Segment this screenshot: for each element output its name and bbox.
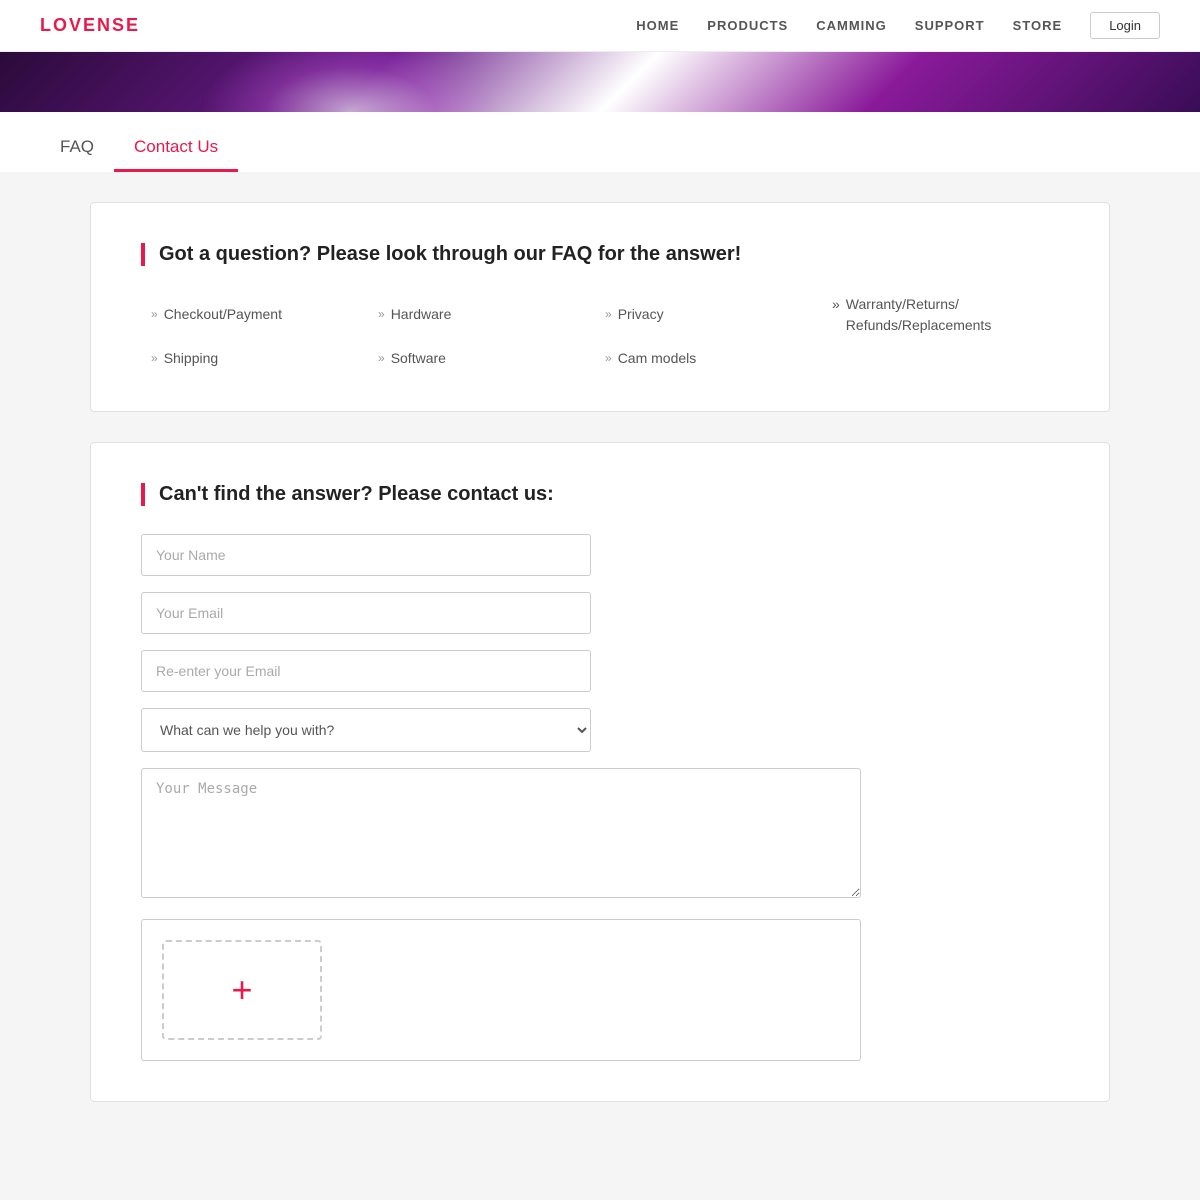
- email-confirm-input[interactable]: [141, 650, 591, 692]
- nav-support[interactable]: SUPPORT: [915, 18, 985, 33]
- hero-banner: FAQ Contact Us: [0, 52, 1200, 172]
- faq-heading: Got a question? Please look through our …: [141, 243, 1059, 266]
- nav-products[interactable]: PRODUCTS: [707, 18, 788, 33]
- main-content: Got a question? Please look through our …: [70, 202, 1130, 1102]
- tab-contact-us[interactable]: Contact Us: [114, 125, 238, 172]
- contact-form: What can we help you with? Order Support…: [141, 534, 591, 752]
- chevron-icon: »: [832, 294, 840, 315]
- faq-link-warranty[interactable]: » Warranty/Returns/Refunds/Replacements: [832, 294, 1059, 336]
- faq-link-shipping[interactable]: » Shipping: [151, 346, 378, 371]
- faq-links-grid: » Checkout/Payment » Hardware » Privacy …: [141, 294, 1059, 371]
- navbar: LOVENSE HOME PRODUCTS CAMMING SUPPORT ST…: [0, 0, 1200, 52]
- faq-link-software[interactable]: » Software: [378, 346, 605, 371]
- topic-select[interactable]: What can we help you with? Order Support…: [141, 708, 591, 752]
- nav-camming[interactable]: CAMMING: [816, 18, 887, 33]
- brand-logo: LOVENSE: [40, 15, 140, 36]
- contact-heading: Can't find the answer? Please contact us…: [141, 483, 1059, 506]
- name-input[interactable]: [141, 534, 591, 576]
- faq-link-privacy[interactable]: » Privacy: [605, 294, 832, 336]
- chevron-icon: »: [605, 348, 612, 370]
- faq-section-card: Got a question? Please look through our …: [90, 202, 1110, 412]
- faq-link-checkout[interactable]: » Checkout/Payment: [151, 294, 378, 336]
- upload-button[interactable]: +: [162, 940, 322, 1040]
- message-textarea[interactable]: [141, 768, 861, 898]
- contact-section-card: Can't find the answer? Please contact us…: [90, 442, 1110, 1102]
- faq-link-hardware[interactable]: » Hardware: [378, 294, 605, 336]
- chevron-icon: »: [151, 304, 158, 326]
- nav-links: HOME PRODUCTS CAMMING SUPPORT STORE Logi…: [636, 12, 1160, 39]
- faq-link-cam-models[interactable]: » Cam models: [605, 346, 832, 371]
- tabs-bar: FAQ Contact Us: [0, 112, 1200, 172]
- chevron-icon: »: [605, 304, 612, 326]
- chevron-icon: »: [151, 348, 158, 370]
- login-button[interactable]: Login: [1090, 12, 1160, 39]
- chevron-icon: »: [378, 304, 385, 326]
- chevron-icon: »: [378, 348, 385, 370]
- email-input[interactable]: [141, 592, 591, 634]
- nav-store[interactable]: STORE: [1013, 18, 1063, 33]
- plus-icon: +: [231, 969, 252, 1011]
- message-wrapper: [141, 768, 1059, 903]
- upload-area: +: [141, 919, 861, 1061]
- tab-faq[interactable]: FAQ: [40, 125, 114, 172]
- nav-home[interactable]: HOME: [636, 18, 679, 33]
